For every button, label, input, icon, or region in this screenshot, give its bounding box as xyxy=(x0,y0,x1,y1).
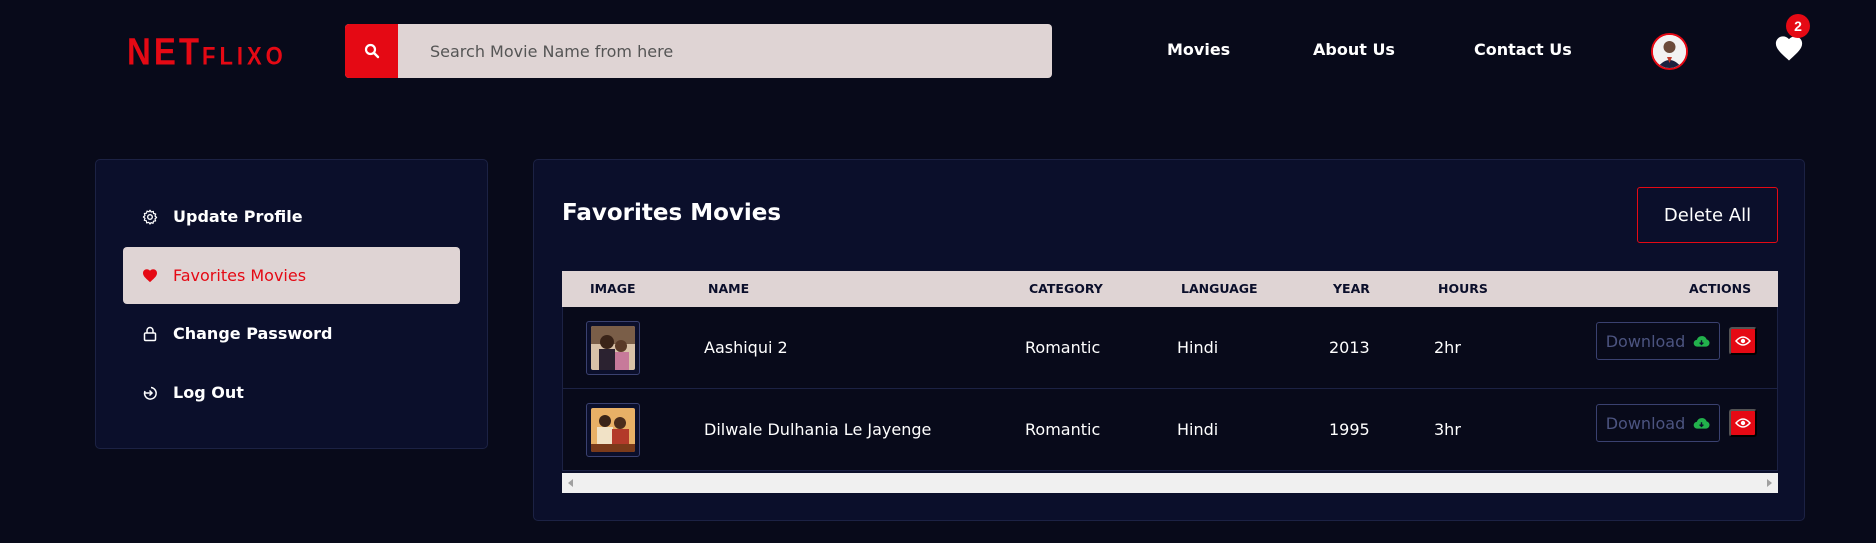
movie-hours: 2hr xyxy=(1434,338,1461,357)
view-button[interactable] xyxy=(1729,409,1757,437)
user-avatar[interactable] xyxy=(1651,33,1688,70)
eye-icon xyxy=(1735,418,1751,428)
movie-language: Hindi xyxy=(1177,420,1219,439)
column-header-name: NAME xyxy=(708,281,750,296)
favorites-table: IMAGE NAME CATEGORY LANGUAGE YEAR HOURS … xyxy=(562,271,1778,493)
sidebar-item-favorites-movies[interactable]: Favorites Movies xyxy=(123,247,460,304)
movie-thumbnail[interactable] xyxy=(586,403,640,457)
sidebar-item-label: Update Profile xyxy=(173,207,303,226)
heart-icon xyxy=(141,267,159,285)
cloud-download-icon xyxy=(1693,335,1710,347)
search-button[interactable] xyxy=(345,24,398,78)
table-row: Dilwale Dulhania Le Jayenge Romantic Hin… xyxy=(562,389,1778,471)
sidebar-item-label: Log Out xyxy=(173,383,244,402)
logout-icon xyxy=(141,384,159,402)
nav-about-us[interactable]: About Us xyxy=(1313,40,1395,59)
sidebar-item-update-profile[interactable]: Update Profile xyxy=(123,188,460,245)
movie-poster-image xyxy=(591,408,635,452)
movie-name: Aashiqui 2 xyxy=(704,338,788,357)
delete-all-button[interactable]: Delete All xyxy=(1637,187,1778,243)
search-input[interactable] xyxy=(398,24,1052,78)
eye-icon xyxy=(1735,336,1751,346)
logo-text-sub: FLIXO xyxy=(202,41,287,71)
column-header-year: YEAR xyxy=(1333,281,1370,296)
nav-movies[interactable]: Movies xyxy=(1167,40,1230,59)
movie-thumbnail[interactable] xyxy=(586,321,640,375)
table-row: Aashiqui 2 Romantic Hindi 2013 2hr Downl… xyxy=(562,307,1778,389)
movie-category: Romantic xyxy=(1025,338,1101,357)
column-header-hours: HOURS xyxy=(1438,281,1488,296)
movie-hours: 3hr xyxy=(1434,420,1461,439)
search-icon xyxy=(364,43,379,59)
favorites-button[interactable] xyxy=(1774,34,1806,66)
sidebar-item-log-out[interactable]: Log Out xyxy=(123,364,460,421)
table-header: IMAGE NAME CATEGORY LANGUAGE YEAR HOURS … xyxy=(562,271,1778,307)
sidebar-item-change-password[interactable]: Change Password xyxy=(123,305,460,362)
horizontal-scrollbar[interactable] xyxy=(562,473,1778,493)
column-header-category: CATEGORY xyxy=(1029,281,1103,296)
heart-icon xyxy=(1775,36,1803,61)
view-button[interactable] xyxy=(1729,327,1757,355)
sidebar-item-label: Change Password xyxy=(173,324,333,343)
movie-language: Hindi xyxy=(1177,338,1219,357)
sidebar-item-label: Favorites Movies xyxy=(173,266,307,285)
favorites-panel: Favorites Movies Delete All IMAGE NAME C… xyxy=(533,159,1805,521)
column-header-actions: ACTIONS xyxy=(1689,281,1752,296)
movie-poster-image xyxy=(591,326,635,370)
download-label: Download xyxy=(1605,413,1686,433)
movie-year: 1995 xyxy=(1329,420,1370,439)
download-button[interactable]: Download xyxy=(1596,404,1720,442)
movie-year: 2013 xyxy=(1329,338,1370,357)
column-header-language: LANGUAGE xyxy=(1181,281,1258,296)
avatar-image xyxy=(1653,35,1686,68)
movie-name: Dilwale Dulhania Le Jayenge xyxy=(704,420,932,439)
search-bar xyxy=(345,24,1052,78)
scroll-left-arrow-icon[interactable] xyxy=(568,479,573,487)
site-logo[interactable]: NETFLIXO xyxy=(127,30,287,74)
scroll-right-arrow-icon[interactable] xyxy=(1767,479,1772,487)
lock-icon xyxy=(141,325,159,343)
gear-icon xyxy=(141,208,159,226)
favorites-count-badge: 2 xyxy=(1786,14,1810,38)
page-title: Favorites Movies xyxy=(562,200,782,226)
nav-contact-us[interactable]: Contact Us xyxy=(1474,40,1572,59)
logo-text-main: NET xyxy=(127,30,202,73)
account-sidebar: Update Profile Favorites Movies Change P… xyxy=(95,159,488,449)
top-header: NETFLIXO Movies About Us Contact Us 2 xyxy=(0,0,1876,100)
movie-category: Romantic xyxy=(1025,420,1101,439)
cloud-download-icon xyxy=(1693,417,1710,429)
download-button[interactable]: Download xyxy=(1596,322,1720,360)
download-label: Download xyxy=(1605,331,1686,351)
column-header-image: IMAGE xyxy=(590,281,636,296)
